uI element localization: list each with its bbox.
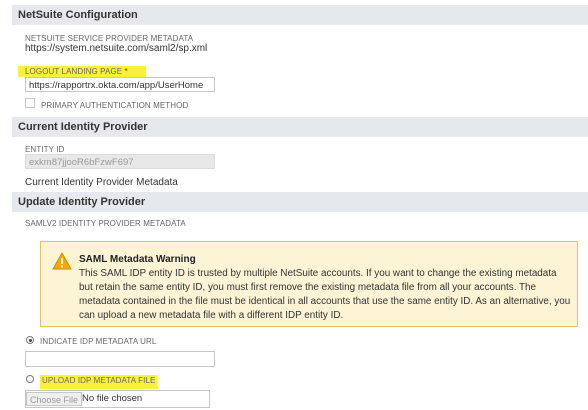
warning-triangle-icon — [52, 252, 72, 270]
indicate-url-input[interactable] — [25, 351, 215, 367]
entity-id-field: exkm87jjooR6bFzwF697 — [25, 154, 215, 169]
section-netsuite-configuration: NetSuite Configuration — [12, 5, 588, 25]
entity-id-label: ENTITY ID — [25, 145, 65, 154]
warning-title: SAML Metadata Warning — [79, 254, 196, 265]
indicate-url-radio[interactable] — [26, 336, 34, 344]
indicate-url-label: INDICATE IDP METADATA URL — [40, 337, 157, 346]
sp-metadata-label: NETSUITE SERVICE PROVIDER METADATA — [25, 34, 194, 43]
logout-landing-label-text: LOGOUT LANDING PAGE — [25, 67, 123, 76]
warning-body: This SAML IDP entity ID is trusted by mu… — [79, 268, 571, 321]
section-update-identity-provider: Update Identity Provider — [12, 192, 588, 212]
upload-file-label: UPLOAD IDP METADATA FILE — [40, 375, 158, 386]
upload-file-radio[interactable] — [26, 375, 34, 383]
sp-metadata-url[interactable]: https://system.netsuite.com/saml2/sp.xml — [25, 43, 207, 54]
logout-landing-label: LOGOUT LANDING PAGE * — [18, 66, 146, 77]
saml-metadata-warning: SAML Metadata Warning This SAML IDP enti… — [40, 241, 578, 327]
samlv2-metadata-label: SAMLV2 IDENTITY PROVIDER METADATA — [25, 219, 186, 228]
no-file-chosen-text: No file chosen — [82, 393, 143, 404]
current-idp-metadata-link[interactable]: Current Identity Provider Metadata — [25, 177, 178, 188]
primary-auth-label: PRIMARY AUTHENTICATION METHOD — [41, 101, 189, 110]
logout-landing-input[interactable]: https://rapportrx.okta.com/app/UserHome — [25, 77, 215, 92]
upload-highlight-underline — [40, 386, 158, 389]
section-current-identity-provider: Current Identity Provider — [12, 117, 588, 137]
choose-file-button[interactable]: Choose File — [26, 392, 83, 406]
required-star: * — [124, 67, 128, 76]
primary-auth-checkbox[interactable] — [25, 98, 35, 108]
